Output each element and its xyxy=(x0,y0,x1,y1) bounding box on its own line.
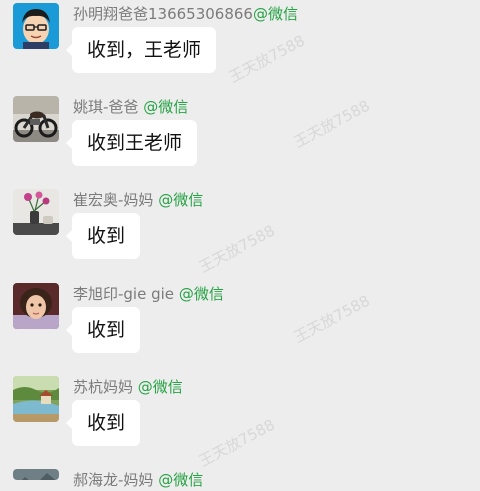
sender-name-text: 李旭印-gie gie xyxy=(73,285,175,303)
sender-name: 姚琪-爸爸 @微信 xyxy=(73,96,188,118)
sender-name: 孙明翔爸爸13665306866@微信 xyxy=(73,3,298,25)
wechat-source-tag: @微信 xyxy=(252,5,298,23)
watermark-text: 王天放7588 xyxy=(195,221,278,277)
message-bubble[interactable]: 收到，王老师 xyxy=(65,27,217,73)
wechat-source-tag: @微信 xyxy=(178,285,224,303)
sender-name-text: 郝海龙-妈妈 xyxy=(73,471,154,489)
sender-name-text: 姚琪-爸爸 xyxy=(73,98,139,116)
garden-avatar-icon[interactable] xyxy=(13,376,59,422)
sender-name-text: 苏杭妈妈 xyxy=(73,378,134,396)
landscape-avatar-icon[interactable] xyxy=(13,469,59,480)
message-bubble[interactable]: 收到王老师 xyxy=(65,120,198,166)
wechat-source-tag: @微信 xyxy=(158,471,204,489)
watermark-text: 王天放7588 xyxy=(225,31,308,87)
message-bubble[interactable]: 收到 xyxy=(65,213,141,259)
sender-name: 李旭印-gie gie @微信 xyxy=(73,283,224,305)
message-bubble[interactable]: 收到 xyxy=(65,400,141,446)
watermark-text: 王天放7588 xyxy=(290,96,373,152)
watermark-text: 王天放7588 xyxy=(195,415,278,471)
wechat-source-tag: @微信 xyxy=(137,378,183,396)
sender-name-text: 孙明翔爸爸13665306866 xyxy=(73,5,253,23)
sender-name: 苏杭妈妈 @微信 xyxy=(73,376,183,398)
flower-vase-avatar-icon[interactable] xyxy=(13,189,59,235)
sender-name: 崔宏奥-妈妈 @微信 xyxy=(73,189,203,211)
cartoon-boy-avatar-icon[interactable] xyxy=(13,3,59,49)
wechat-source-tag: @微信 xyxy=(158,191,204,209)
message-bubble[interactable]: 收到 xyxy=(65,307,141,353)
watermark-text: 王天放7588 xyxy=(290,291,373,347)
chat-message-list[interactable]: 孙明翔爸爸13665306866@微信 收到，王老师 姚琪-爸爸 @微信 收到王… xyxy=(0,0,480,489)
motorcycle-avatar-icon[interactable] xyxy=(13,96,59,142)
wechat-source-tag: @微信 xyxy=(143,98,189,116)
child-photo-avatar-icon[interactable] xyxy=(13,283,59,329)
sender-name: 郝海龙-妈妈 @微信 xyxy=(73,469,203,491)
sender-name-text: 崔宏奥-妈妈 xyxy=(73,191,154,209)
